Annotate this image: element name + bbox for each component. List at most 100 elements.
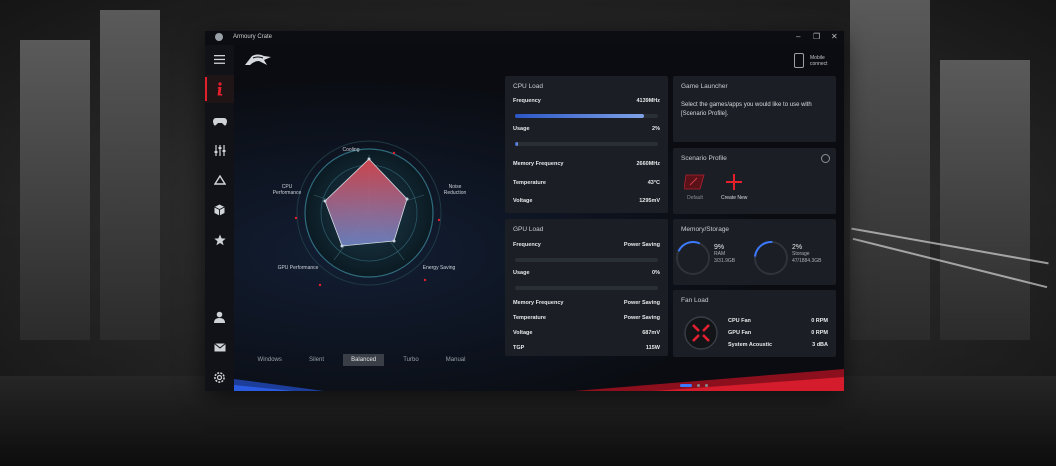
cpu-fan-label: CPU Fan	[728, 318, 751, 324]
gpu-frequency-label: Frequency	[513, 242, 541, 248]
radar-label-cpu: CPU Performance	[272, 184, 302, 196]
operating-mode-bar: Windows Silent Balanced Turbo Manual	[244, 352, 479, 368]
menu-icon[interactable]	[205, 45, 234, 73]
storage-dial	[747, 234, 795, 282]
memory-storage-title: Memory/Storage	[681, 226, 730, 233]
gpu-mem-freq-row: Memory Frequency Power Saving	[513, 299, 660, 307]
star-icon[interactable]	[205, 226, 234, 254]
cpu-frequency-label: Frequency	[513, 98, 541, 104]
mode-windows[interactable]: Windows	[250, 354, 290, 366]
user-icon[interactable]	[205, 303, 234, 331]
gpu-tgp-label: TGP	[513, 345, 525, 351]
minimize-button[interactable]: –	[796, 32, 800, 41]
gpu-fan-row: GPU Fan 0 RPM	[728, 329, 828, 337]
gpu-mem-freq-value: Power Saving	[623, 300, 660, 306]
gpu-temperature-value: Power Saving	[623, 315, 660, 321]
cpu-temperature-label: Temperature	[513, 180, 546, 186]
system-acoustic-label: System Acoustic	[728, 342, 773, 348]
page-dot[interactable]	[705, 384, 708, 387]
cpu-fan-row: CPU Fan 0 RPM	[728, 317, 828, 325]
gpu-tgp-value: 115W	[645, 345, 660, 351]
create-profile-button[interactable]: Create New	[721, 173, 747, 201]
system-acoustic-value: 3 dBA	[812, 342, 828, 348]
background-building	[940, 60, 1030, 340]
radar-label-gpu: GPU Performance	[277, 265, 319, 271]
page-dot[interactable]	[680, 384, 692, 387]
app-window: Armoury Crate – ❐ ✕ Mobile connect Cooli…	[205, 31, 844, 391]
mode-manual[interactable]: Manual	[438, 354, 474, 366]
gpu-fan-value: 0 RPM	[811, 330, 828, 336]
page-indicator	[680, 384, 708, 387]
default-profile-icon	[683, 174, 705, 190]
ram-info: 9% RAM 3/31.9GB	[714, 244, 735, 265]
gpu-usage-value: 0%	[652, 270, 660, 276]
system-acoustic-row: System Acoustic 3 dBA	[728, 341, 828, 349]
cpu-frequency-value: 4139MHz	[636, 98, 660, 104]
gpu-mem-freq-label: Memory Frequency	[513, 300, 564, 306]
storage-percent: 2%	[792, 244, 803, 251]
sliders-icon[interactable]	[205, 136, 234, 164]
gpu-voltage-value: 687mV	[642, 330, 660, 336]
phone-icon	[794, 53, 804, 68]
decorative-swoosh	[234, 369, 844, 391]
cpu-frequency-row: Frequency 4139MHz	[513, 97, 660, 105]
radar-label-noise: Noise Reduction	[443, 184, 467, 196]
cpu-mem-freq-row: Memory Frequency 2660MHz	[513, 160, 660, 168]
mode-turbo[interactable]: Turbo	[395, 354, 426, 366]
gpu-fan-label: GPU Fan	[728, 330, 752, 336]
rog-logo	[244, 53, 272, 72]
mobile-connect-button[interactable]: Mobile connect	[794, 53, 834, 68]
gpu-voltage-row: Voltage 687mV	[513, 329, 660, 337]
ram-detail: 3/31.9GB	[714, 258, 736, 264]
gpu-frequency-value: Power Saving	[623, 242, 660, 248]
gpu-usage-label: Usage	[513, 270, 530, 276]
mail-icon[interactable]	[205, 333, 234, 361]
game-launcher-description: Select the games/apps you would like to …	[681, 102, 812, 117]
restore-button[interactable]: ❐	[813, 32, 820, 41]
cpu-fan-value: 0 RPM	[811, 318, 828, 324]
cpu-mem-freq-value: 2660MHz	[636, 161, 660, 167]
cpu-usage-bar	[515, 142, 658, 146]
gpu-frequency-bar	[515, 258, 658, 262]
create-profile-label: Create New	[721, 195, 748, 201]
app-logo-icon	[215, 33, 223, 41]
info-icon[interactable]	[205, 75, 234, 103]
scenario-profile-panel: Scenario Profile Default Create New	[673, 148, 836, 214]
gamepad-icon[interactable]	[205, 107, 234, 135]
mobile-connect-label: Mobile connect	[810, 54, 828, 67]
radar-chart	[294, 140, 442, 287]
gpu-load-panel: GPU Load Frequency Power Saving Usage 0%…	[505, 219, 668, 356]
gpu-temperature-label: Temperature	[513, 315, 546, 321]
cpu-load-title: CPU Load	[513, 83, 543, 90]
game-launcher-title: Game Launcher	[681, 83, 728, 90]
aura-triangle-icon[interactable]	[205, 166, 234, 194]
background-building	[100, 10, 160, 340]
mode-silent[interactable]: Silent	[301, 354, 332, 366]
main-content: Mobile connect Cooling Noise Reduction E…	[234, 45, 844, 391]
gpu-load-title: GPU Load	[513, 226, 544, 233]
cube-icon[interactable]	[205, 196, 234, 224]
default-profile-label: Default	[687, 195, 703, 201]
cpu-temperature-value: 43°C	[647, 180, 660, 186]
cpu-load-panel: CPU Load Frequency 4139MHz Usage 2% Memo…	[505, 76, 668, 213]
close-button[interactable]: ✕	[831, 32, 838, 41]
plus-icon	[726, 174, 743, 190]
ram-dial	[671, 236, 715, 280]
mode-balanced[interactable]: Balanced	[343, 354, 385, 366]
info-circle-icon[interactable]	[821, 154, 830, 163]
cpu-voltage-label: Voltage	[513, 198, 533, 204]
default-profile-button[interactable]: Default	[683, 173, 706, 201]
game-launcher-panel[interactable]: Game Launcher Select the games/apps you …	[673, 76, 836, 142]
cpu-frequency-bar	[515, 114, 658, 118]
gpu-usage-bar	[515, 286, 658, 290]
ram-percent: 9%	[714, 244, 725, 251]
page-dot[interactable]	[697, 384, 700, 387]
scenario-profile-title: Scenario Profile	[681, 155, 727, 162]
storage-info: 2% Storage 47/1884.3GB	[792, 244, 821, 265]
gear-icon[interactable]	[205, 363, 234, 391]
storage-detail: 47/1884.3GB	[792, 258, 822, 264]
title-bar: Armoury Crate – ❐ ✕	[205, 31, 844, 45]
cpu-voltage-row: Voltage 1295mV	[513, 197, 660, 205]
cpu-temperature-row: Temperature 43°C	[513, 179, 660, 187]
background-building	[20, 40, 90, 340]
